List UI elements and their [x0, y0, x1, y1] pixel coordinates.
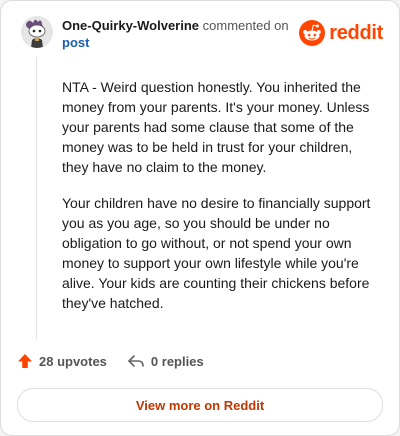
reply-arrow-icon — [128, 355, 144, 367]
action-text: commented on — [202, 18, 289, 33]
upvote-arrow-icon — [18, 354, 32, 368]
brand-wordmark: reddit — [329, 21, 383, 44]
comment-body: NTA - Weird question honestly. You inher… — [62, 77, 372, 329]
thread-line — [36, 57, 37, 339]
upvote-count[interactable]: 28 upvotes — [17, 353, 107, 369]
comment-embed-card: One-Quirky-Wolverine commented on post r… — [0, 0, 400, 436]
reddit-brand[interactable]: reddit — [299, 20, 383, 46]
snoo-avatar-icon — [21, 16, 53, 48]
replies-label: 0 replies — [150, 353, 204, 369]
comment-footer: 28 upvotes 0 replies — [17, 353, 204, 369]
comment-header: One-Quirky-Wolverine commented on post — [62, 17, 300, 51]
reddit-logo-icon — [299, 20, 326, 46]
reply-count[interactable]: 0 replies — [127, 353, 204, 369]
author-name[interactable]: One-Quirky-Wolverine — [62, 18, 199, 33]
comment-paragraph: NTA - Weird question honestly. You inher… — [62, 79, 370, 175]
avatar[interactable] — [21, 16, 53, 48]
upvotes-label: 28 upvotes — [39, 353, 107, 369]
view-more-button[interactable]: View more on Reddit — [17, 388, 383, 422]
comment-paragraph: Your children have no desire to financia… — [62, 195, 371, 311]
post-link[interactable]: post — [62, 34, 300, 51]
